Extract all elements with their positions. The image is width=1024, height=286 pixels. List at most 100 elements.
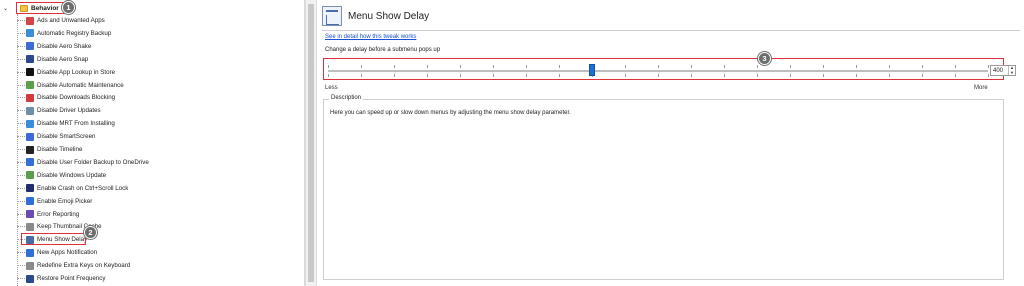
- tree-connector: [17, 187, 25, 189]
- selected-item-highlight: [21, 233, 86, 245]
- tree-connector: [17, 58, 25, 60]
- slider-tick: [955, 74, 956, 77]
- slider-tick: [493, 65, 494, 68]
- tree-item[interactable]: Disable Driver Updates: [17, 105, 101, 116]
- slider-tick: [526, 74, 527, 77]
- tree-root-behavior[interactable]: Behavior: [16, 2, 68, 14]
- slider-thumb[interactable]: [589, 64, 595, 76]
- slider-tick: [889, 65, 890, 68]
- tree-item[interactable]: Disable Windows Update: [17, 170, 106, 181]
- driver-icon: [26, 106, 34, 115]
- slider-tick: [790, 65, 791, 68]
- tree-connector: [17, 278, 25, 279]
- tree-root-row[interactable]: ⌄ Behavior: [0, 2, 68, 14]
- tree-item-label: New Apps Notification: [37, 249, 98, 257]
- tree-item[interactable]: Disable Timeline: [17, 144, 82, 155]
- slider-track[interactable]: [328, 70, 988, 72]
- tree-item[interactable]: Ads and Unwanted Apps: [17, 15, 105, 26]
- tree-item-label: Enable Crash on Ctrl+Scroll Lock: [37, 184, 129, 192]
- tree-scrollbar-thumb[interactable]: [308, 4, 314, 282]
- menu-delay-icon: [322, 6, 342, 26]
- keyboard-icon: [26, 261, 34, 270]
- timeline-icon: [26, 145, 34, 154]
- tree-item[interactable]: Disable SmartScreen: [17, 131, 95, 142]
- tree-item[interactable]: Disable Automatic Maintenance: [17, 80, 124, 91]
- tree-item-label: Enable Emoji Picker: [37, 197, 93, 205]
- settings-tree: ⌄ Behavior Ads and Unwanted Apps Automati…: [0, 0, 305, 286]
- tree-connector: [17, 226, 25, 228]
- tree-connector: [17, 149, 25, 150]
- crash-icon: [26, 184, 34, 193]
- tree-item-label: Ads and Unwanted Apps: [37, 17, 105, 24]
- tree-item[interactable]: New Apps Notification: [17, 247, 97, 258]
- slider-tick: [691, 65, 692, 68]
- slider-tick: [724, 74, 725, 77]
- slider-tick: [427, 65, 428, 68]
- detail-pane: Menu Show Delay See in detail how this t…: [318, 0, 1024, 286]
- delay-value[interactable]: 400: [991, 68, 1008, 74]
- delay-spinbox[interactable]: 400 ▲ ▼: [990, 65, 1016, 76]
- tree-item-label: Disable Aero Snap: [37, 55, 89, 63]
- callout-badge-2: 2: [84, 226, 97, 239]
- tree-item[interactable]: Enable Emoji Picker: [17, 196, 92, 207]
- notification-icon: [26, 248, 34, 257]
- slider-tick: [955, 65, 956, 68]
- slider-tick: [922, 65, 923, 68]
- mrt-icon: [26, 119, 34, 128]
- error-report-icon: [26, 210, 34, 218]
- spin-down-icon[interactable]: ▼: [1009, 70, 1015, 76]
- tree-item-label: Disable Timeline: [37, 146, 83, 153]
- slider-tick: [625, 65, 626, 68]
- tree-connector: [17, 110, 25, 112]
- tree-item[interactable]: Error Reporting: [17, 209, 79, 220]
- tree-connector: [17, 174, 25, 176]
- slider-tick: [823, 74, 824, 77]
- tree-connector: [17, 265, 25, 267]
- tree-item[interactable]: Disable App Lookup in Store: [17, 67, 115, 78]
- tree-item[interactable]: Disable Aero Shake: [17, 41, 91, 52]
- maintenance-icon: [26, 81, 34, 89]
- download-block-icon: [26, 93, 34, 102]
- page-title: Menu Show Delay: [348, 10, 430, 22]
- slider-tick: [823, 65, 824, 68]
- tree-item-label: Disable Aero Shake: [37, 42, 92, 50]
- slider-tick: [559, 74, 560, 77]
- tree-item-label: Disable Automatic Maintenance: [37, 81, 124, 89]
- slider-tick: [988, 74, 989, 77]
- tree-connector: [17, 123, 25, 125]
- tree-item[interactable]: Automatic Registry Backup: [17, 28, 111, 39]
- slider-caption: Change a delay before a submenu pops up: [325, 47, 441, 53]
- window-snap-icon: [26, 55, 34, 64]
- slider-tick: [988, 65, 989, 68]
- slider-tick: [856, 74, 857, 77]
- registry-icon: [26, 29, 34, 38]
- tree-item[interactable]: Redefine Extra Keys on Keyboard: [17, 260, 130, 271]
- thumbnail-icon: [26, 222, 34, 231]
- slider-tick: [625, 74, 626, 77]
- tree-connector: [17, 200, 25, 202]
- tree-item-label: Disable User Folder Backup to OneDrive: [37, 158, 149, 166]
- details-link[interactable]: See in detail how this tweak works: [325, 34, 416, 40]
- header-divider: [322, 30, 1020, 31]
- tree-connector: [17, 32, 25, 34]
- slider-max-label: More: [974, 85, 988, 91]
- windows-update-icon: [26, 171, 34, 180]
- spin-buttons[interactable]: ▲ ▼: [1008, 65, 1015, 76]
- slider-tick: [460, 65, 461, 68]
- tree-item[interactable]: Enable Crash on Ctrl+Scroll Lock: [17, 183, 128, 194]
- chevron-down-icon[interactable]: ⌄: [3, 5, 10, 12]
- tree-item[interactable]: Disable Aero Snap: [17, 54, 88, 65]
- tree-item[interactable]: Disable Downloads Blocking: [17, 92, 115, 103]
- ads-icon: [26, 16, 34, 25]
- tree-item[interactable]: Disable User Folder Backup to OneDrive: [17, 157, 149, 168]
- tree-item[interactable]: Disable MRT From Installing: [17, 118, 115, 129]
- description-text: Here you can speed up or slow down menus…: [330, 110, 571, 116]
- tree-item-label: Disable Driver Updates: [37, 107, 101, 115]
- tree-scrollbar[interactable]: [305, 0, 317, 286]
- tree-item-label: Redefine Extra Keys on Keyboard: [37, 262, 131, 270]
- slider-tick: [394, 65, 395, 68]
- tree-item[interactable]: Restore Point Frequency: [17, 273, 105, 284]
- slider-tick: [922, 74, 923, 77]
- slider-tick: [460, 74, 461, 77]
- slider-tick: [394, 74, 395, 77]
